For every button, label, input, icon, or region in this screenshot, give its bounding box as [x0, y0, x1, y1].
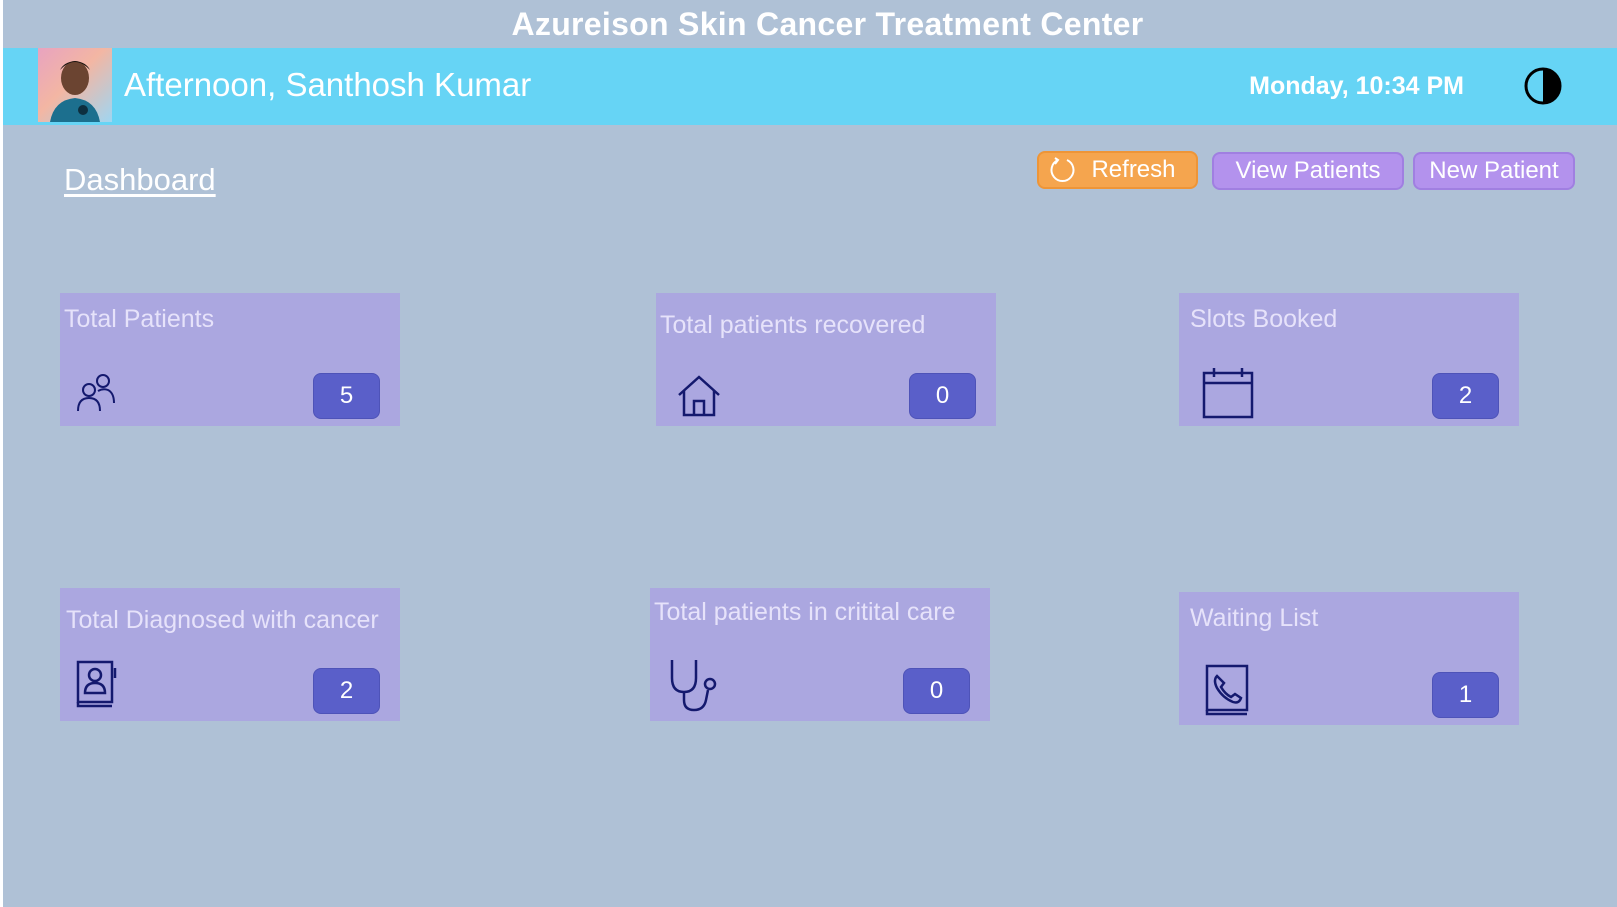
card-slots-booked[interactable]: Slots Booked 2 — [1179, 293, 1519, 426]
page-title[interactable]: Dashboard — [64, 162, 216, 198]
card-critical-care[interactable]: Total patients in critital care 0 — [650, 588, 990, 721]
refresh-icon — [1051, 157, 1075, 183]
stethoscope-icon — [670, 660, 717, 712]
contrast-icon[interactable] — [1524, 67, 1562, 105]
app-title: Azureison Skin Cancer Treatment Center — [511, 6, 1144, 42]
card-value-badge: 5 — [313, 373, 380, 419]
card-waiting-list[interactable]: Waiting List 1 — [1179, 592, 1519, 725]
card-title: Waiting List — [1190, 604, 1319, 632]
window-edge — [0, 0, 3, 907]
card-title: Slots Booked — [1190, 305, 1338, 333]
greeting-text: Afternoon, Santhosh Kumar — [124, 66, 532, 103]
home-icon — [678, 375, 720, 417]
view-patients-button[interactable]: View Patients — [1212, 152, 1404, 190]
card-value-badge: 1 — [1432, 672, 1499, 718]
avatar[interactable] — [38, 48, 112, 122]
refresh-button[interactable]: Refresh — [1037, 151, 1198, 189]
card-title: Total patients in critital care — [654, 598, 956, 626]
contact-book-icon — [76, 660, 117, 708]
card-value-badge: 0 — [903, 668, 970, 714]
card-title: Total Patients — [64, 305, 215, 333]
card-value-badge: 0 — [909, 373, 976, 419]
card-title: Total Diagnosed with cancer — [66, 606, 379, 634]
card-total-diagnosed[interactable]: Total Diagnosed with cancer 2 — [60, 588, 400, 721]
card-total-recovered[interactable]: Total patients recovered 0 — [656, 293, 996, 426]
refresh-label: Refresh — [1091, 156, 1176, 183]
people-icon — [77, 374, 115, 412]
phone-book-icon — [1205, 664, 1249, 716]
user-photo-icon — [50, 61, 100, 122]
calendar-icon — [1202, 368, 1254, 419]
card-value-badge: 2 — [313, 668, 380, 714]
header-bar: Afternoon, Santhosh Kumar Monday, 10:34 … — [3, 48, 1617, 125]
card-value-badge: 2 — [1432, 373, 1499, 419]
card-total-patients[interactable]: Total Patients 5 — [60, 293, 400, 426]
datetime-text: Monday, 10:34 PM — [1249, 72, 1464, 100]
new-patient-button[interactable]: New Patient — [1413, 152, 1575, 190]
card-title: Total patients recovered — [660, 311, 926, 339]
